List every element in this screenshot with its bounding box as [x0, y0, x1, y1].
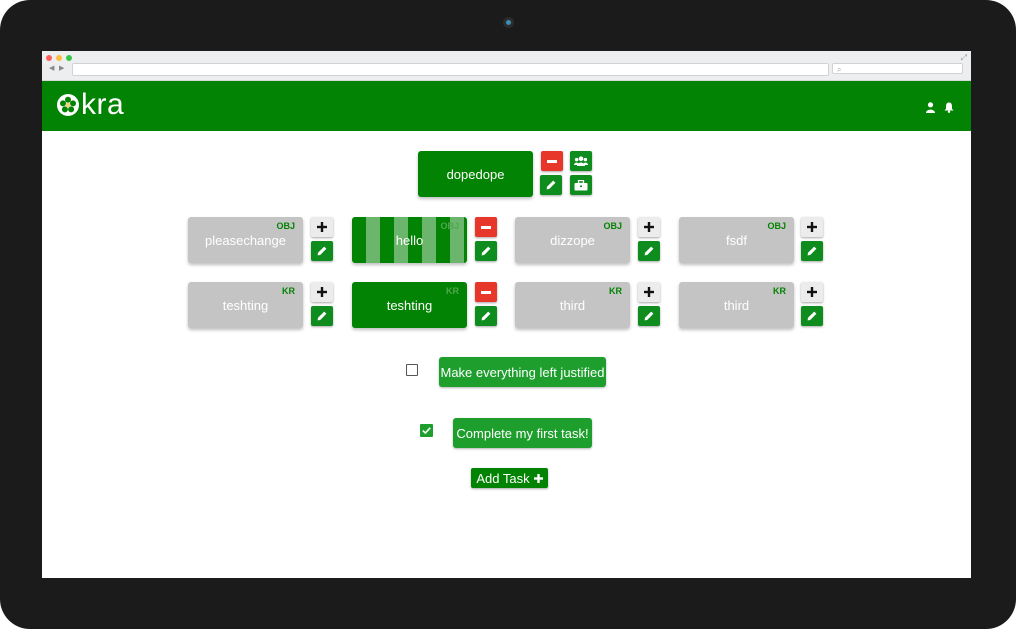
objective-label: fsdf — [726, 232, 747, 248]
edit-objective-button[interactable] — [801, 241, 823, 261]
key-result-card[interactable]: KR third — [679, 282, 794, 328]
briefcase-button[interactable] — [570, 175, 592, 195]
objective-tag: OBJ — [276, 221, 295, 231]
task-label: Make everything left justified — [440, 364, 605, 380]
root-objective-label: dopedope — [446, 166, 505, 182]
pencil-icon — [644, 246, 654, 256]
remove-objective-button[interactable] — [475, 217, 497, 237]
browser-search-input[interactable]: ⌕ — [832, 63, 963, 74]
plus-icon — [644, 287, 654, 297]
plus-icon — [317, 287, 327, 297]
key-result-card[interactable]: KR teshting — [188, 282, 303, 328]
pencil-icon — [546, 180, 556, 190]
users-icon — [574, 156, 588, 166]
key-result-tag: KR — [282, 286, 295, 296]
pencil-icon — [807, 311, 817, 321]
key-result-label: teshting — [386, 297, 433, 313]
minus-icon — [547, 159, 557, 163]
add-task-label: Add Task — [476, 470, 530, 486]
team-button[interactable] — [570, 151, 592, 171]
plus-icon — [807, 287, 817, 297]
browser-chrome: ◀ ▶ ⌕ ⤢ — [42, 51, 971, 81]
objective-card[interactable]: OBJ dizzope — [515, 217, 630, 263]
add-task-button-small[interactable] — [311, 282, 333, 302]
key-result-label: teshting — [222, 297, 269, 313]
edit-key-result-button[interactable] — [475, 306, 497, 326]
add-key-result-button[interactable] — [311, 217, 333, 237]
edit-objective-button[interactable] — [638, 241, 660, 261]
task-checkbox[interactable] — [406, 364, 418, 376]
back-icon[interactable]: ◀ — [49, 64, 54, 72]
user-icon[interactable] — [926, 100, 935, 118]
task-label: Complete my first task! — [456, 425, 589, 441]
task-checkbox-checked[interactable] — [420, 424, 433, 437]
add-task-button-small[interactable] — [801, 282, 823, 302]
edit-key-result-button[interactable] — [311, 306, 333, 326]
objective-tag: OBJ — [767, 221, 786, 231]
forward-icon[interactable]: ▶ — [59, 64, 64, 72]
remove-root-objective-button[interactable] — [541, 151, 563, 171]
edit-key-result-button[interactable] — [638, 306, 660, 326]
objective-label: hello — [395, 232, 424, 248]
app-logo[interactable]: kra — [56, 87, 124, 123]
close-window-icon[interactable] — [46, 55, 52, 61]
edit-objective-button[interactable] — [475, 241, 497, 261]
objective-card-selected[interactable]: OBJ hello — [352, 217, 467, 263]
minus-icon — [481, 290, 491, 294]
minimize-window-icon[interactable] — [56, 55, 62, 61]
key-result-tag: KR — [609, 286, 622, 296]
app-name: kra — [81, 88, 125, 121]
key-result-tag: KR — [773, 286, 786, 296]
add-task-button-small[interactable] — [638, 282, 660, 302]
briefcase-icon — [574, 179, 588, 190]
pencil-icon — [317, 311, 327, 321]
edit-root-objective-button[interactable] — [540, 175, 562, 195]
key-result-tag: KR — [446, 286, 459, 296]
maximize-window-icon[interactable] — [66, 55, 72, 61]
objective-tag: OBJ — [440, 221, 459, 231]
objective-card[interactable]: OBJ fsdf — [679, 217, 794, 263]
plus-icon — [317, 222, 327, 232]
pencil-icon — [481, 311, 491, 321]
minus-icon — [481, 225, 491, 229]
key-result-card[interactable]: KR third — [515, 282, 630, 328]
edit-key-result-button[interactable] — [801, 306, 823, 326]
objective-card[interactable]: OBJ pleasechange — [188, 217, 303, 263]
objective-label: dizzope — [550, 232, 595, 248]
objective-tag: OBJ — [603, 221, 622, 231]
checkmark-icon — [422, 427, 431, 434]
pencil-icon — [481, 246, 491, 256]
add-task-button[interactable]: Add Task — [471, 468, 548, 488]
objective-label: pleasechange — [205, 232, 286, 248]
address-bar[interactable] — [72, 63, 829, 76]
pencil-icon — [807, 246, 817, 256]
add-key-result-button[interactable] — [801, 217, 823, 237]
task-item[interactable]: Complete my first task! — [453, 418, 592, 448]
plus-icon — [807, 222, 817, 232]
key-result-label: third — [723, 297, 750, 313]
add-key-result-button[interactable] — [638, 217, 660, 237]
pencil-icon — [317, 246, 327, 256]
app-header: kra — [42, 81, 971, 131]
camera-icon — [503, 17, 514, 28]
task-item[interactable]: Make everything left justified — [439, 357, 606, 387]
root-objective-card[interactable]: dopedope — [418, 151, 533, 197]
edit-objective-button[interactable] — [311, 241, 333, 261]
key-result-label: third — [559, 297, 586, 313]
remove-key-result-button[interactable] — [475, 282, 497, 302]
plus-icon — [533, 473, 543, 483]
screen: ◀ ▶ ⌕ ⤢ kra dopedope OBJ pleasechange OB… — [42, 51, 971, 578]
pencil-icon — [644, 311, 654, 321]
bell-icon[interactable] — [944, 100, 954, 118]
fullscreen-icon[interactable]: ⤢ — [961, 53, 967, 63]
key-result-card-selected[interactable]: KR teshting — [352, 282, 467, 328]
okra-flower-icon — [57, 94, 79, 116]
plus-icon — [644, 222, 654, 232]
